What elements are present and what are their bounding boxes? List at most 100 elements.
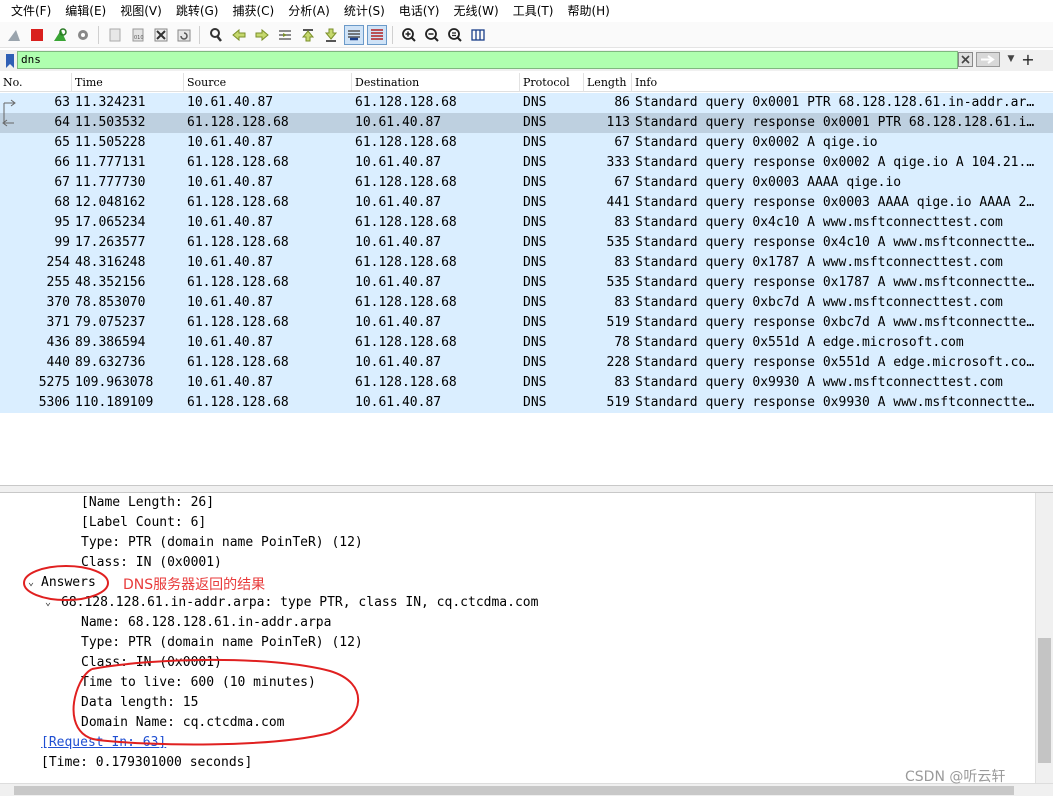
packet-row[interactable]: 67 11.777730 10.61.40.87 61.128.128.68 DNS 67… [0, 173, 1053, 193]
packet-row[interactable]: 440 89.632736 61.128.128.68 10.61.40.87 DNS 2… [0, 353, 1053, 373]
cell-length: 83 [614, 375, 630, 390]
menu-analyze[interactable]: 分析(A) [281, 0, 337, 22]
packet-row[interactable]: 5275 109.963078 10.61.40.87 61.128.128.68 DN… [0, 373, 1053, 393]
filter-history-chevron-icon[interactable]: ▼ [1003, 52, 1019, 67]
packet-row[interactable]: 255 48.352156 61.128.128.68 10.61.40.87 DNS 5… [0, 273, 1053, 293]
cell-no: 371 [46, 315, 70, 330]
detail-answer-name[interactable]: Name: 68.128.128.61.in-addr.arpa [81, 613, 331, 633]
detail-answers[interactable]: Answers [41, 573, 96, 593]
cell-time: 109.963078 [75, 375, 154, 390]
detail-answer-class[interactable]: Class: IN (0x0001) [81, 653, 222, 673]
cell-destination: 61.128.128.68 [355, 295, 457, 310]
detail-label-count[interactable]: [Label Count: 6] [81, 513, 206, 533]
shark-fin-start-icon[interactable] [4, 25, 24, 45]
zoom-out-icon[interactable] [422, 25, 442, 45]
collapse-chevron-icon[interactable]: ⌄ [28, 577, 34, 588]
menu-wireless[interactable]: 无线(W) [447, 0, 506, 22]
column-header-source[interactable]: Source [184, 73, 352, 92]
cell-length: 83 [614, 255, 630, 270]
details-horizontal-scrollbar[interactable] [0, 783, 1053, 796]
cell-protocol: DNS [523, 335, 547, 350]
zoom-reset-icon[interactable] [445, 25, 465, 45]
menu-go[interactable]: 跳转(G) [169, 0, 226, 22]
menu-help[interactable]: 帮助(H) [560, 0, 616, 22]
detail-data-length[interactable]: Data length: 15 [81, 693, 198, 713]
resize-columns-icon[interactable] [468, 25, 488, 45]
zoom-in-icon[interactable] [399, 25, 419, 45]
cell-destination: 10.61.40.87 [355, 275, 442, 290]
packet-row[interactable]: 99 17.263577 61.128.128.68 10.61.40.87 DNS 53… [0, 233, 1053, 253]
colorize-icon[interactable] [366, 24, 387, 45]
packet-row[interactable]: 95 17.065234 10.61.40.87 61.128.128.68 DNS 83… [0, 213, 1053, 233]
reload-file-icon[interactable] [174, 25, 194, 45]
menu-file[interactable]: 文件(F) [4, 0, 58, 22]
column-header-time[interactable]: Time [72, 73, 184, 92]
auto-scroll-icon[interactable] [343, 24, 364, 45]
open-file-icon[interactable] [105, 25, 125, 45]
display-filter-input[interactable]: dns [17, 51, 958, 69]
clear-filter-icon[interactable] [958, 52, 973, 67]
column-header-info[interactable]: Info [632, 73, 1053, 92]
menu-statistics[interactable]: 统计(S) [337, 0, 392, 22]
cell-time: 48.316248 [75, 255, 146, 270]
packet-row[interactable]: 66 11.777131 61.128.128.68 10.61.40.87 DNS 33… [0, 153, 1053, 173]
cell-destination: 61.128.128.68 [355, 375, 457, 390]
request-in-link[interactable]: [Request In: 63] [41, 733, 166, 753]
scrollbar-thumb[interactable] [14, 786, 1014, 795]
column-header-length[interactable]: Length [584, 73, 632, 92]
go-to-packet-icon[interactable] [275, 25, 295, 45]
scrollbar-thumb[interactable] [1038, 638, 1051, 763]
add-filter-button-icon[interactable]: + [1021, 50, 1035, 70]
go-forward-icon[interactable] [252, 25, 272, 45]
detail-name-length[interactable]: [Name Length: 26] [81, 493, 214, 513]
detail-domain-name[interactable]: Domain Name: cq.ctcdma.com [81, 713, 285, 733]
packet-row[interactable]: 436 89.386594 10.61.40.87 61.128.128.68 DNS 7… [0, 333, 1053, 353]
detail-answer-record[interactable]: 68.128.128.61.in-addr.arpa: type PTR, cl… [61, 593, 538, 613]
packet-row[interactable]: 65 11.505228 10.61.40.87 61.128.128.68 DNS 67… [0, 133, 1053, 153]
stop-capture-icon[interactable] [27, 25, 47, 45]
cell-length: 228 [606, 355, 630, 370]
apply-filter-icon[interactable] [976, 52, 1000, 67]
capture-options-icon[interactable] [73, 25, 93, 45]
packet-row[interactable]: 68 12.048162 61.128.128.68 10.61.40.87 DNS 44… [0, 193, 1053, 213]
menu-telephony[interactable]: 电话(Y) [392, 0, 447, 22]
detail-answer-type[interactable]: Type: PTR (domain name PoinTeR) (12) [81, 633, 363, 653]
column-header-protocol[interactable]: Protocol [520, 73, 584, 92]
cell-destination: 61.128.128.68 [355, 255, 457, 270]
detail-ttl[interactable]: Time to live: 600 (10 minutes) [81, 673, 316, 693]
cell-length: 86 [614, 95, 630, 110]
detail-query-class[interactable]: Class: IN (0x0001) [81, 553, 222, 573]
menu-tools[interactable]: 工具(T) [506, 0, 561, 22]
cell-time: 17.065234 [75, 215, 146, 230]
find-packet-icon[interactable] [206, 25, 226, 45]
menu-capture[interactable]: 捕获(C) [225, 0, 281, 22]
packet-row[interactable]: 64 11.503532 61.128.128.68 10.61.40.87 DNS 11… [0, 113, 1053, 133]
packet-row[interactable]: 370 78.853070 10.61.40.87 61.128.128.68 DNS 8… [0, 293, 1053, 313]
bookmark-icon[interactable] [2, 52, 18, 70]
collapse-chevron-icon[interactable]: ⌄ [45, 597, 51, 608]
close-file-icon[interactable] [151, 25, 171, 45]
column-header-destination[interactable]: Destination [352, 73, 520, 92]
cell-info: Standard query 0x0002 A qige.io [635, 135, 878, 150]
packet-row[interactable]: 5306 110.189109 61.128.128.68 10.61.40.87 DN… [0, 393, 1053, 413]
detail-query-type[interactable]: Type: PTR (domain name PoinTeR) (12) [81, 533, 363, 553]
restart-capture-icon[interactable] [50, 25, 70, 45]
packet-row[interactable]: 63 11.324231 10.61.40.87 61.128.128.68 DNS 86… [0, 93, 1053, 113]
menu-view[interactable]: 视图(V) [113, 0, 169, 22]
details-vertical-scrollbar[interactable] [1035, 493, 1053, 783]
last-packet-icon[interactable] [321, 25, 341, 45]
first-packet-icon[interactable] [298, 25, 318, 45]
cell-time: 11.777131 [75, 155, 146, 170]
menu-edit[interactable]: 编辑(E) [58, 0, 113, 22]
save-file-icon[interactable]: 010 [128, 25, 148, 45]
cell-no: 254 [46, 255, 70, 270]
go-back-icon[interactable] [229, 25, 249, 45]
packet-row[interactable]: 371 79.075237 61.128.128.68 10.61.40.87 DNS 5… [0, 313, 1053, 333]
column-header-no[interactable]: No. [0, 73, 72, 92]
detail-response-time[interactable]: [Time: 0.179301000 seconds] [41, 753, 252, 773]
cell-protocol: DNS [523, 95, 547, 110]
packet-row[interactable]: 254 48.316248 10.61.40.87 61.128.128.68 DNS 8… [0, 253, 1053, 273]
cell-destination: 61.128.128.68 [355, 95, 457, 110]
cell-info: Standard query 0x4c10 A www.msftconnectt… [635, 215, 1003, 230]
pane-splitter[interactable] [0, 485, 1053, 493]
